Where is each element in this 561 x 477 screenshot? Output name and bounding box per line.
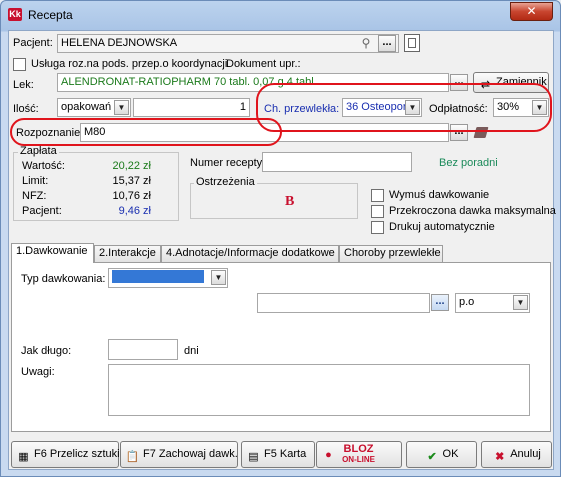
diagnosis-browse-button[interactable]: ...	[450, 124, 468, 141]
checkmark-icon: ✔	[427, 451, 437, 463]
cross-icon: ✖	[495, 451, 505, 463]
notes-field[interactable]	[108, 364, 530, 416]
save-dosage-label: F7 Zachowaj dawk.	[143, 448, 238, 460]
replacement-button[interactable]: ⇄ Zamiennik	[473, 72, 549, 93]
bloz-top-text: BLOZ	[343, 443, 374, 455]
no-clinic-label: Bez poradni	[439, 157, 498, 169]
charge-row-label: Wartość:	[22, 160, 65, 172]
charge-row-value: 10,76 zł	[112, 190, 151, 202]
patient-browse-button[interactable]: ...	[378, 35, 396, 52]
dosage-text-field[interactable]	[257, 293, 430, 313]
tab-interactions[interactable]: 2.Interakcje	[94, 245, 161, 262]
clipboard-icon: 📋	[125, 451, 140, 463]
duration-unit: dni	[184, 345, 199, 357]
option-label: Wymuś dawkowanie	[389, 189, 490, 201]
recalc-button[interactable]: ▦ F6 Przelicz sztuki	[11, 441, 120, 468]
dosage-type-select[interactable]: ▼	[108, 268, 228, 288]
notes-label: Uwagi:	[21, 366, 55, 378]
warnings-group	[190, 183, 358, 219]
quantity-label: Ilość:	[13, 103, 39, 115]
replace-icon: ⇄	[480, 79, 491, 91]
prescription-number-field[interactable]	[262, 152, 412, 172]
chevron-down-icon: ▼	[114, 100, 129, 115]
pill-icon: ●	[325, 449, 332, 461]
patient-field[interactable]: HELENA DEJNOWSKA	[57, 34, 399, 53]
charge-row-value: 15,37 zł	[112, 175, 151, 187]
diagnosis-field[interactable]: M80	[80, 123, 449, 142]
chronic-value: 36 Osteopor	[346, 101, 407, 113]
patient-label: Pacjent:	[13, 37, 53, 49]
warnings-text: B	[285, 194, 295, 209]
title-bar[interactable]: Kk Recepta ✕	[1, 1, 560, 29]
copy-icon[interactable]	[404, 34, 420, 52]
patient-search-icon[interactable]: ⚲	[357, 36, 375, 51]
chronic-label: Ch. przewlekła:	[264, 103, 340, 115]
max-dose-checkbox[interactable]	[371, 205, 384, 218]
chevron-down-icon: ▼	[513, 295, 528, 310]
book-icon[interactable]	[473, 124, 490, 141]
chevron-down-icon: ▼	[405, 100, 420, 115]
route-select[interactable]: p.o ▼	[455, 293, 530, 313]
warnings-title: Ostrzeżenia	[194, 176, 257, 188]
dosage-type-label: Typ dawkowania:	[21, 273, 106, 285]
card-icon: ▤	[248, 451, 259, 463]
bloz-button[interactable]: ● BLOZ ON-LINE	[316, 441, 402, 468]
cancel-button[interactable]: ✖ Anuluj	[481, 441, 552, 468]
diagnosis-label: Rozpoznanie:	[16, 127, 84, 139]
tab-dosage[interactable]: 1.Dawkowanie	[11, 243, 94, 263]
charge-row-label: Limit:	[22, 175, 49, 187]
charge-title: Zapłata	[18, 145, 59, 157]
route-value: p.o	[459, 296, 475, 308]
option-label: Przekroczona dawka maksymalna	[389, 205, 556, 217]
duration-label: Jak długo:	[21, 345, 72, 357]
dosage-panel: Typ dawkowania: ▼ ... p.o ▼ Jak długo: d…	[11, 262, 551, 432]
dosage-type-value	[112, 270, 204, 283]
auto-print-checkbox[interactable]	[371, 221, 384, 234]
drug-label: Lek:	[13, 79, 34, 91]
drug-browse-button[interactable]: ...	[450, 74, 468, 91]
card-button[interactable]: ▤ F5 Karta	[241, 441, 315, 468]
prescription-number-label: Numer recepty:	[190, 157, 266, 169]
chevron-down-icon: ▼	[211, 270, 226, 285]
duration-field[interactable]	[108, 339, 178, 360]
cancel-label: Anuluj	[510, 448, 541, 460]
charge-row-value: 20,22 zł	[112, 160, 151, 172]
payment-label: Odpłatność:	[429, 103, 488, 115]
coordination-label: Usługa roz.na pods. przep.o koordynacji	[31, 58, 228, 70]
chevron-down-icon: ▼	[532, 100, 547, 115]
dosage-browse-button[interactable]: ...	[431, 294, 449, 311]
dialog-body: Pacjent: HELENA DEJNOWSKA ⚲ ... Usługa r…	[8, 30, 556, 470]
recalc-label: F6 Przelicz sztuki	[34, 448, 120, 460]
document-label: Dokument upr.:	[226, 58, 301, 70]
app-icon: Kk	[8, 8, 22, 21]
charge-row-label: NFZ:	[22, 190, 47, 202]
tab-chronic-diseases[interactable]: Choroby przewlekłe	[339, 245, 443, 262]
close-button[interactable]: ✕	[510, 2, 553, 21]
payment-select[interactable]: 30% ▼	[493, 98, 549, 117]
charge-row-value: 9,46 zł	[118, 205, 151, 217]
bloz-bottom-text: ON-LINE	[342, 455, 375, 464]
tab-annotations[interactable]: 4.Adnotacje/Informacje dodatkowe	[161, 245, 339, 262]
coordination-checkbox[interactable]	[13, 58, 26, 71]
payment-value: 30%	[497, 101, 520, 113]
drug-field[interactable]: ALENDRONAT-RATIOPHARM 70 tabl. 0,07 g 4 …	[57, 73, 449, 92]
card-label: F5 Karta	[264, 448, 307, 460]
window-title: Recepta	[28, 8, 73, 22]
option-label: Drukuj automatycznie	[389, 221, 495, 233]
ok-label: OK	[442, 448, 459, 460]
quantity-unit-select[interactable]: opakowań ▼	[57, 98, 131, 117]
save-dosage-button[interactable]: 📋 F7 Zachowaj dawk.	[120, 441, 238, 468]
chronic-select[interactable]: 36 Osteopor ▼	[342, 98, 422, 117]
replacement-button-label: Zamiennik	[496, 76, 547, 88]
quantity-unit-value: opakowań	[61, 101, 112, 113]
ok-button[interactable]: ✔ OK	[406, 441, 477, 468]
calculator-icon: ▦	[18, 451, 29, 463]
prescription-window: Kk Recepta ✕ Pacjent: HELENA DEJNOWSKA ⚲…	[0, 0, 561, 477]
bloz-logo: BLOZ ON-LINE	[342, 444, 375, 465]
charge-row-label: Pacjent:	[22, 205, 62, 217]
quantity-field[interactable]: 1	[133, 98, 250, 117]
force-dosage-checkbox[interactable]	[371, 189, 384, 202]
